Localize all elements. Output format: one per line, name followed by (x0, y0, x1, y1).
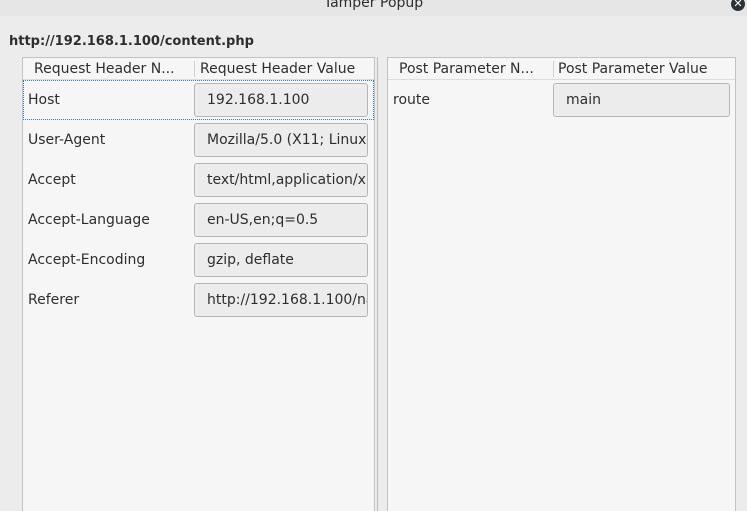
window-title: Tamper Popup (323, 0, 424, 11)
header-row-accept-encoding[interactable]: Accept-Encoding gzip, deflate (23, 240, 374, 280)
post-name-column-header[interactable]: Post Parameter N... (399, 59, 534, 79)
pane-splitter[interactable] (377, 57, 378, 511)
header-value-field[interactable]: http://192.168.1.100/na (194, 283, 368, 317)
header-row-user-agent[interactable]: User-Agent Mozilla/5.0 (X11; Linux x (23, 120, 374, 160)
header-name: Referer (28, 292, 80, 308)
header-value-field[interactable]: text/html,application/xh (194, 163, 368, 197)
post-value-column-header[interactable]: Post Parameter Value (558, 59, 707, 79)
header-name-column-header[interactable]: Request Header N... (34, 59, 175, 79)
header-value-field[interactable]: en-US,en;q=0.5 (194, 203, 368, 237)
request-headers-table: Request Header N... Request Header Value… (22, 57, 375, 511)
post-parameters-table: Post Parameter N... Post Parameter Value… (387, 57, 736, 511)
header-value-field[interactable]: gzip, deflate (194, 243, 368, 277)
post-row-route[interactable]: route main (388, 80, 735, 120)
column-separator[interactable] (553, 61, 554, 77)
header-row-accept-language[interactable]: Accept-Language en-US,en;q=0.5 (23, 200, 374, 240)
header-name: User-Agent (28, 132, 106, 148)
header-name: Accept-Language (28, 212, 150, 228)
header-value-field[interactable]: Mozilla/5.0 (X11; Linux x (194, 123, 368, 157)
post-param-name: route (393, 92, 430, 108)
header-row-accept[interactable]: Accept text/html,application/xh (23, 160, 374, 200)
tamper-popup-window: Tamper Popup ✕ http://192.168.1.100/cont… (0, 0, 747, 511)
header-row-host[interactable]: Host 192.168.1.100 (23, 80, 374, 120)
request-url: http://192.168.1.100/content.php (9, 34, 254, 49)
header-row-referer[interactable]: Referer http://192.168.1.100/na (23, 280, 374, 320)
header-name: Accept-Encoding (28, 252, 146, 268)
header-value-field[interactable]: 192.168.1.100 (194, 83, 368, 117)
header-name: Accept (28, 172, 76, 188)
post-value-field[interactable]: main (553, 83, 730, 117)
header-value-column-header[interactable]: Request Header Value (200, 59, 355, 79)
close-icon: ✕ (733, 0, 743, 10)
column-separator[interactable] (194, 61, 195, 77)
header-name: Host (28, 92, 60, 108)
title-bar[interactable]: Tamper Popup ✕ (0, 0, 747, 16)
